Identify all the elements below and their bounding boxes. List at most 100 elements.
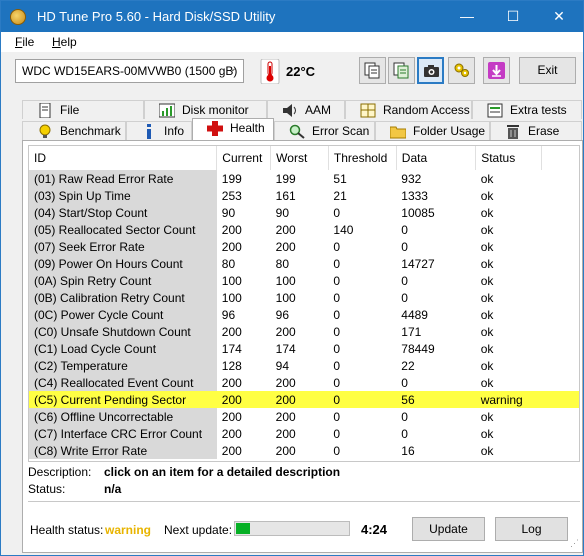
status-value: n/a — [104, 482, 122, 496]
title-bar: HD Tune Pro 5.60 - Hard Disk/SSD Utility… — [1, 1, 583, 32]
cell-spacer — [541, 442, 579, 459]
cell-spacer — [541, 306, 579, 323]
camera-icon — [424, 65, 439, 77]
tab-info[interactable]: Info — [126, 121, 192, 140]
cell-current: 90 — [221, 205, 236, 220]
tab-benchmark[interactable]: Benchmark — [22, 121, 126, 140]
smart-table-container[interactable]: ID Current Worst Threshold Data Status (… — [28, 145, 580, 462]
description-value: click on an item for a detailed descript… — [104, 465, 341, 479]
cell-spacer — [541, 238, 579, 255]
tab-erase[interactable]: Erase — [490, 121, 582, 140]
folder-icon — [390, 126, 406, 139]
column-header-data[interactable]: Data — [396, 146, 477, 170]
table-row[interactable]: (C6) Offline Uncorrectable 200 200 0 0 ok — [29, 408, 579, 425]
next-update-progress — [234, 521, 350, 536]
close-button[interactable]: ✕ — [536, 1, 582, 32]
trash-icon — [507, 125, 519, 139]
table-row[interactable]: (07) Seek Error Rate 200 200 0 0 ok — [29, 238, 579, 255]
column-header-id[interactable]: ID — [29, 146, 218, 170]
download-arrow-icon — [488, 62, 505, 79]
cell-data: 4489 — [401, 307, 428, 322]
update-button[interactable]: Update — [412, 517, 485, 541]
table-row[interactable]: (C4) Reallocated Event Count 200 200 0 0 ok — [29, 374, 579, 391]
table-row[interactable]: (C0) Unsafe Shutdown Count 200 200 0 171 ok — [29, 323, 579, 340]
next-update-label: Next update: — [164, 523, 233, 537]
column-header-status[interactable]: Status — [475, 146, 542, 170]
cell-data: 1333 — [401, 188, 428, 203]
table-row[interactable]: (09) Power On Hours Count 80 80 0 14727 ok — [29, 255, 579, 272]
cell-current: 200 — [221, 324, 242, 339]
cell-status: ok — [480, 256, 494, 271]
cell-spacer — [541, 272, 579, 289]
table-row[interactable]: (C1) Load Cycle Count 174 174 0 78449 ok — [29, 340, 579, 357]
maximize-button[interactable]: ☐ — [490, 1, 536, 32]
cell-current: 174 — [221, 341, 242, 356]
tab-error-scan[interactable]: Error Scan — [274, 121, 375, 140]
copy-icon — [364, 62, 380, 79]
options-button[interactable] — [448, 57, 475, 84]
cell-id: (05) Reallocated Sector Count — [29, 221, 217, 238]
info-icon — [147, 124, 151, 139]
cell-data: 14727 — [401, 256, 435, 271]
thermometer-icon — [260, 58, 280, 85]
cell-current: 100 — [221, 273, 242, 288]
cell-data: 932 — [401, 171, 422, 186]
cell-worst: 90 — [275, 205, 290, 220]
cell-spacer — [541, 391, 579, 408]
save-down-button[interactable] — [483, 57, 510, 84]
menu-file[interactable]: File — [15, 35, 34, 49]
tab-disk-monitor[interactable]: Disk monitor — [144, 100, 267, 119]
screenshot-button[interactable] — [417, 57, 444, 84]
tab-folder-usage[interactable]: Folder Usage — [375, 121, 490, 140]
cell-current: 200 — [221, 426, 242, 441]
cell-data: 0 — [401, 222, 408, 237]
table-row[interactable]: (05) Reallocated Sector Count 200 200 140 0 o… — [29, 221, 579, 238]
copy-all-button[interactable] — [388, 57, 415, 84]
minimize-button[interactable]: — — [444, 1, 490, 32]
menu-help[interactable]: Help — [52, 35, 77, 49]
copy-all-icon — [393, 62, 409, 79]
cell-threshold: 0 — [333, 426, 341, 441]
cell-threshold: 0 — [328, 391, 397, 408]
cell-id: (C5) Current Pending Sector — [29, 391, 217, 408]
tab-aam[interactable]: AAM — [267, 100, 345, 119]
table-row[interactable]: (C2) Temperature 128 94 0 22 ok — [29, 357, 579, 374]
table-row[interactable]: (03) Spin Up Time 253 161 21 1333 ok — [29, 187, 579, 204]
drive-select[interactable]: WDC WD15EARS-00MVWB0 (1500 gB) ⌄ — [15, 59, 244, 83]
tab-random-access[interactable]: Random Access — [345, 100, 472, 119]
cell-id: (0B) Calibration Retry Count — [29, 289, 217, 306]
table-row[interactable]: (C5) Current Pending Sector 200 200 0 56 warn… — [29, 391, 579, 408]
cell-threshold: 0 — [333, 358, 341, 373]
table-row[interactable]: (0A) Spin Retry Count 100 100 0 0 ok — [29, 272, 579, 289]
cell-current: 100 — [221, 290, 242, 305]
table-row[interactable]: (C8) Write Error Rate 200 200 0 16 ok — [29, 442, 579, 459]
log-button[interactable]: Log — [495, 517, 568, 541]
copy-info-button[interactable] — [359, 57, 386, 84]
cell-worst: 94 — [275, 358, 290, 373]
table-row[interactable]: (C7) Interface CRC Error Count 200 200 0 0 ok — [29, 425, 579, 442]
cell-status: ok — [480, 171, 494, 186]
table-row[interactable]: (0C) Power Cycle Count 96 96 0 4489 ok — [29, 306, 579, 323]
cell-id: (C8) Write Error Rate — [29, 442, 217, 459]
cell-worst: 199 — [275, 171, 296, 186]
health-panel: ID Current Worst Threshold Data Status (… — [22, 140, 583, 553]
resize-grip-icon[interactable]: ⋰ — [570, 538, 579, 549]
column-header-threshold[interactable]: Threshold — [328, 146, 397, 170]
exit-button[interactable]: Exit — [519, 57, 576, 84]
cell-id: (07) Seek Error Rate — [29, 238, 217, 255]
cell-id: (C6) Offline Uncorrectable — [29, 408, 217, 425]
tab-health[interactable]: Health — [192, 118, 274, 140]
hdtune-app-icon — [10, 9, 26, 25]
grid-icon — [360, 103, 376, 118]
tab-extra-tests[interactable]: Extra tests — [472, 100, 582, 119]
cell-worst: 200 — [275, 426, 296, 441]
cell-data: 0 — [401, 239, 408, 254]
column-header-worst[interactable]: Worst — [270, 146, 329, 170]
table-row[interactable]: (01) Raw Read Error Rate 199 199 51 932 ok — [29, 170, 579, 187]
cell-worst: 80 — [275, 256, 290, 271]
cell-status: ok — [480, 358, 494, 373]
table-row[interactable]: (04) Start/Stop Count 90 90 0 10085 ok — [29, 204, 579, 221]
table-row[interactable]: (0B) Calibration Retry Count 100 100 0 0 ok — [29, 289, 579, 306]
column-header-current[interactable]: Current — [216, 146, 272, 170]
tab-file-benchmark[interactable]: File Benchmark — [22, 100, 144, 135]
